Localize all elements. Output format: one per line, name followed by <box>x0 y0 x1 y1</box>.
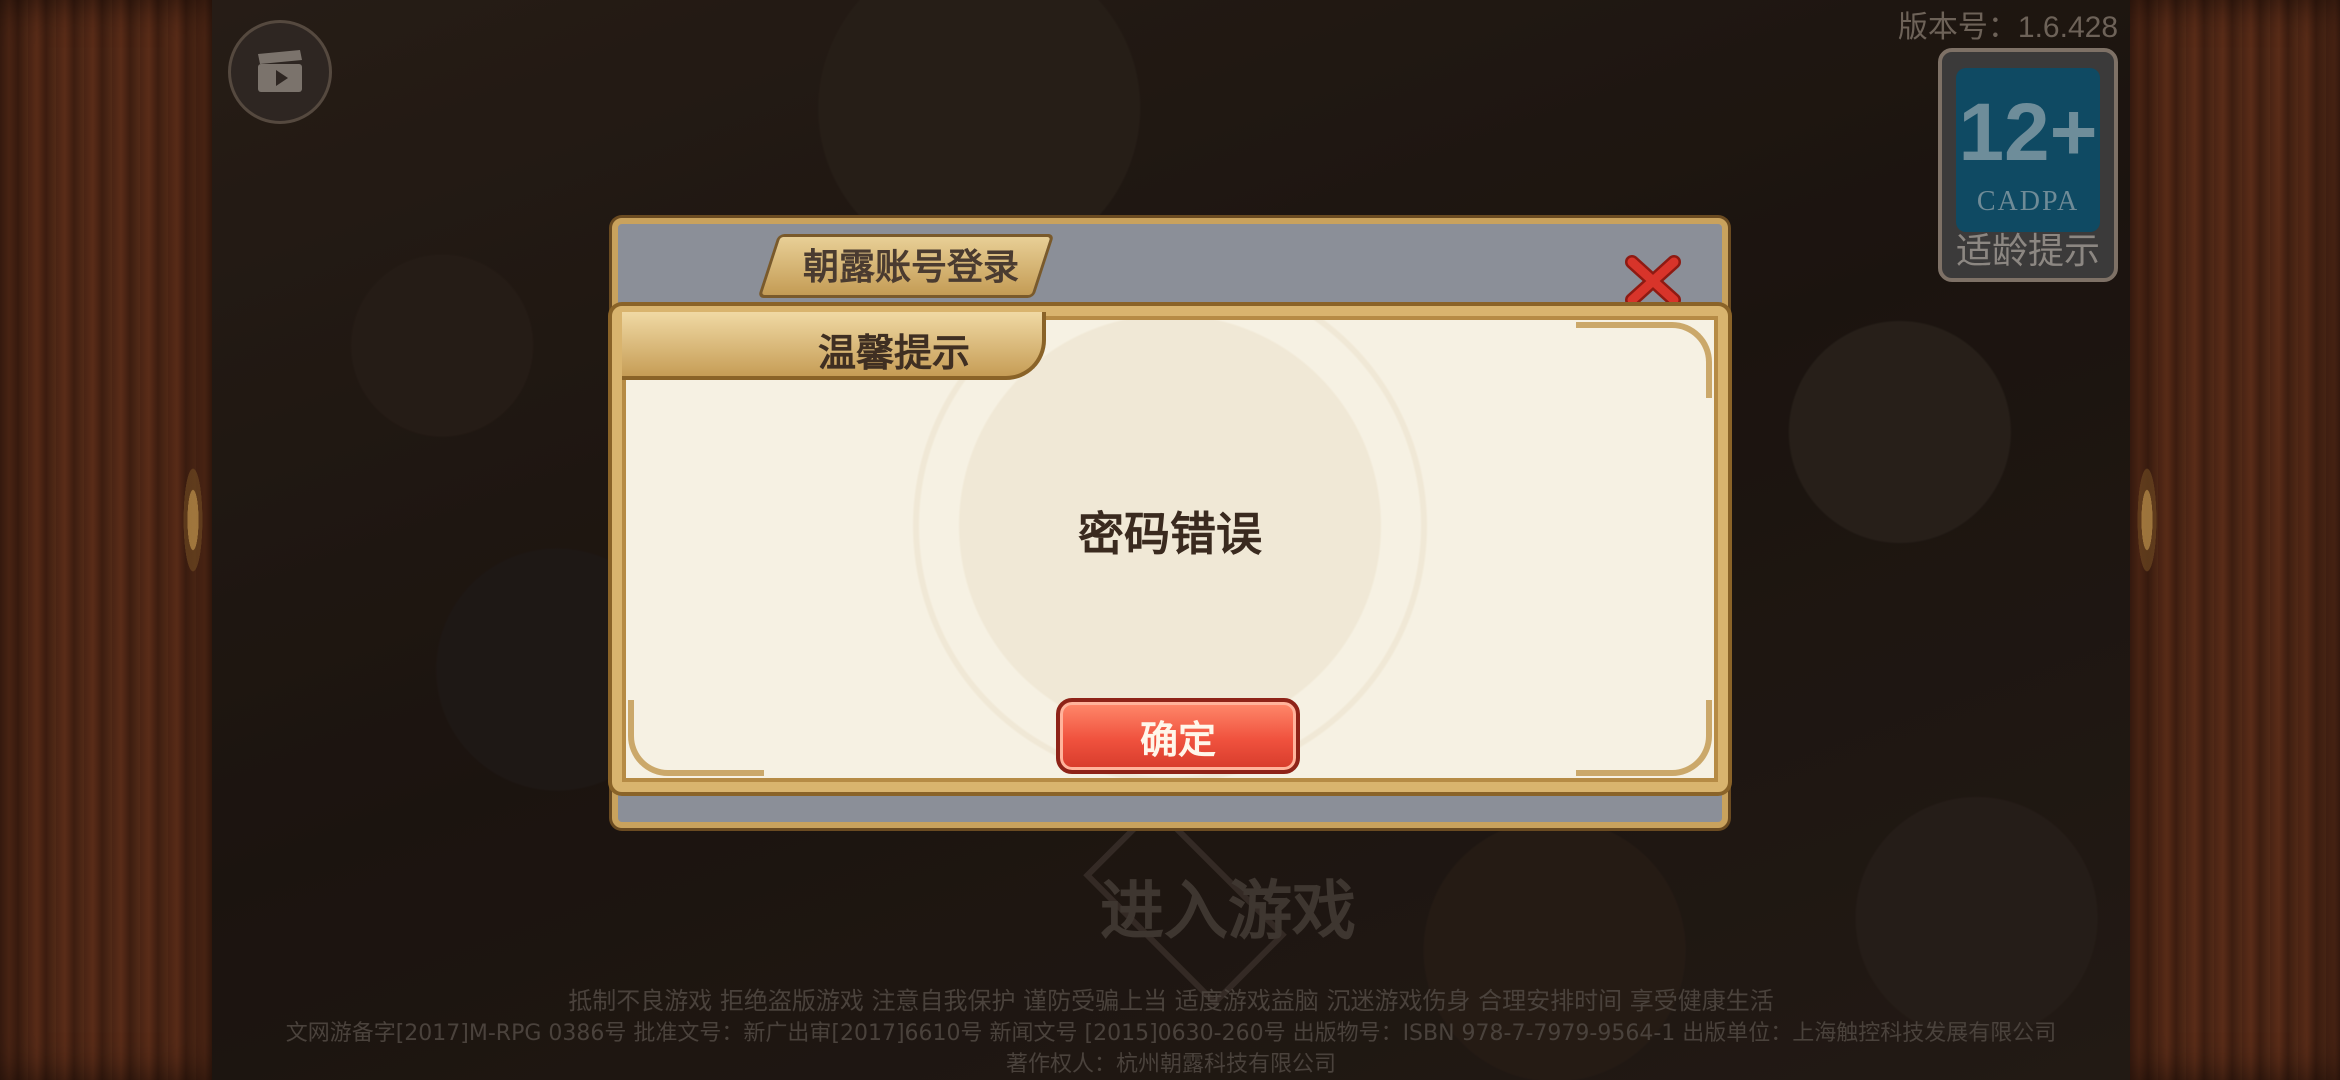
corner-ornament <box>1576 700 1712 776</box>
left-frame-ornament <box>182 460 204 580</box>
clapperboard-icon <box>258 50 302 92</box>
age-rating-badge[interactable]: 12+ CADPA 适龄提示 <box>1938 48 2118 282</box>
tip-title: 温馨提示 <box>818 331 971 375</box>
version-label: 版本号：1.6.428 <box>1897 11 2118 44</box>
enter-game-label: 进入游戏 <box>1100 875 1356 949</box>
age-rating: 12+ <box>1958 87 2098 178</box>
legal-footer: 抵制不良游戏 拒绝盗版游戏 注意自我保护 谨防受骗上当 适度游戏益脑 沉迷游戏伤… <box>212 984 2130 1080</box>
close-icon <box>1625 255 1681 307</box>
age-org: CADPA <box>1976 186 2080 217</box>
video-button[interactable] <box>228 20 332 124</box>
right-wood-frame <box>2126 0 2340 1080</box>
footer-line-2: 文网游备字[2017]M-RPG 0386号 批准文号：新广出审[2017]66… <box>285 1021 2057 1046</box>
login-title: 朝露账号登录 <box>802 247 1019 288</box>
corner-ornament <box>628 700 764 776</box>
age-tip-label: 适龄提示 <box>1955 231 2100 272</box>
footer-line-1: 抵制不良游戏 拒绝盗版游戏 注意自我保护 谨防受骗上当 适度游戏益脑 沉迷游戏伤… <box>568 987 1774 1015</box>
error-message: 密码错误 <box>1078 507 1262 561</box>
tip-dialog: 温馨提示 密码错误 确定 <box>612 306 1728 792</box>
right-frame-ornament <box>2136 460 2158 580</box>
age-badge-panel: 12+ CADPA <box>1956 68 2100 232</box>
confirm-button[interactable]: 确定 <box>1056 698 1300 774</box>
footer-line-3: 著作权人：杭州朝露科技有限公司 <box>1005 1052 1336 1077</box>
corner-ornament <box>1576 322 1712 398</box>
